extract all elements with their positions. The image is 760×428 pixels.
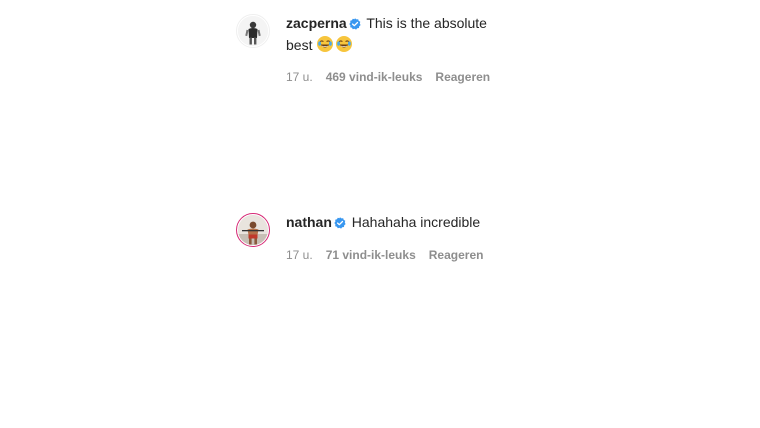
comment-timestamp[interactable]: 17 u.: [286, 69, 313, 85]
tears-of-joy-emoji-icon: [335, 35, 353, 58]
comment-meta: 17 u. 469 vind-ik-leuks Reageren: [286, 69, 536, 85]
comment-text-line2: best: [286, 37, 313, 53]
comment-body: zacperna This is the absolute best 17 u.…: [286, 14, 536, 85]
verified-badge-icon: [334, 215, 346, 234]
tears-of-joy-emoji-icon: [316, 35, 334, 58]
comment-timestamp[interactable]: 17 u.: [286, 247, 313, 263]
avatar[interactable]: [236, 213, 270, 247]
verified-badge-icon: [349, 16, 361, 35]
comment-item: nathan Hahahaha incredible 17 u. 71 vind…: [236, 213, 536, 263]
username-link[interactable]: zacperna: [286, 15, 347, 31]
comment-item: zacperna This is the absolute best 17 u.…: [236, 14, 536, 85]
avatar-image: [238, 16, 268, 46]
likes-count-link[interactable]: 469 vind-ik-leuks: [326, 69, 423, 85]
likes-count-link[interactable]: 71 vind-ik-leuks: [326, 247, 416, 263]
avatar-image: [238, 215, 268, 245]
username-link[interactable]: nathan: [286, 214, 332, 230]
comment-body: nathan Hahahaha incredible 17 u. 71 vind…: [286, 213, 536, 263]
avatar[interactable]: [236, 14, 270, 48]
comments-page: zacperna This is the absolute best 17 u.…: [0, 0, 760, 428]
comment-meta: 17 u. 71 vind-ik-leuks Reageren: [286, 247, 536, 263]
comment-text: nathan Hahahaha incredible: [286, 213, 526, 234]
comment-text: zacperna This is the absolute best: [286, 14, 508, 58]
comment-text-line1: This is the absolute: [366, 15, 487, 31]
comment-text-content: Hahahaha incredible: [351, 214, 481, 230]
reply-button[interactable]: Reageren: [429, 247, 484, 263]
reply-button[interactable]: Reageren: [435, 69, 490, 85]
